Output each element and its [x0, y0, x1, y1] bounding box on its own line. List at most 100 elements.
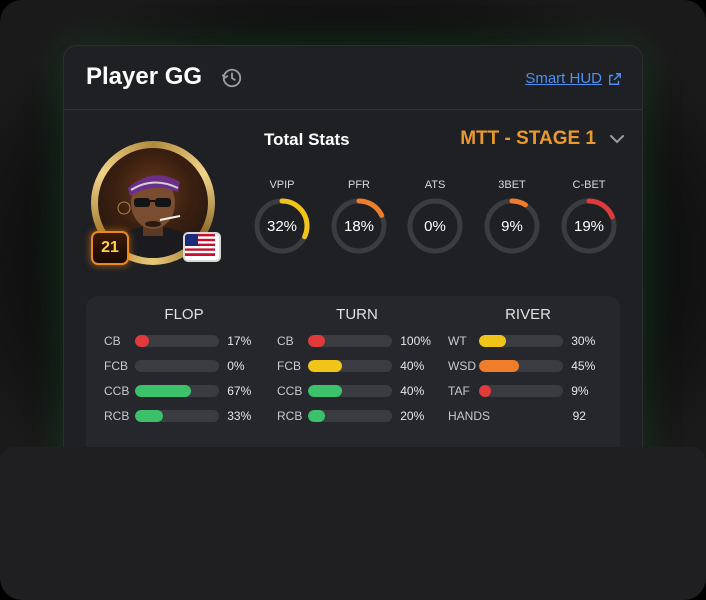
street-title: TURN: [336, 306, 378, 323]
street-column-river: RIVER WT 30% WSD 45% TAF 9% HANDS 92: [448, 296, 608, 428]
player-name: Player GG: [86, 63, 203, 90]
stat-value: 40%: [400, 383, 425, 398]
chevron-down-icon: [610, 135, 624, 144]
stat-row-rcb: RCB 33%: [104, 403, 264, 428]
stat-value: 33%: [227, 408, 252, 423]
stat-bar-track: [307, 359, 393, 372]
stat-label: FCB: [277, 358, 301, 373]
smart-hud-link[interactable]: Smart HUD: [525, 70, 622, 87]
app-frame: Player GG Smart HUD 21 Total Stats MTT -…: [0, 0, 706, 600]
stat-row-ccb: CCB 67%: [104, 378, 264, 403]
gauge-ats: ATS 0%: [404, 178, 466, 256]
street-column-flop: FLOP CB 17% FCB 0% CCB 67% RCB 33%: [104, 296, 264, 428]
player-card: Player GG Smart HUD 21 Total Stats MTT -…: [63, 45, 643, 477]
stat-row-wsd: WSD 45%: [448, 353, 608, 378]
stage-label: MTT - STAGE 1: [460, 128, 596, 149]
stat-value: 45%: [571, 358, 596, 373]
gauge-3bet: 3BET 9%: [481, 178, 543, 256]
stat-bar-fill: [134, 384, 192, 397]
hands-value: 92: [572, 408, 586, 423]
street-column-turn: TURN CB 100% FCB 40% CCB 40% RCB 20%: [277, 296, 437, 428]
stat-bar-track: [307, 384, 393, 397]
gauge-cbet: C-BET 19%: [558, 178, 620, 256]
stat-label: WT: [448, 333, 467, 348]
stat-label: WSD: [448, 358, 476, 373]
stat-row-rcb: RCB 20%: [277, 403, 437, 428]
stat-row-fcb: FCB 0%: [104, 353, 264, 378]
gauge-label: PFR: [348, 179, 370, 191]
stat-label: CB: [277, 333, 294, 348]
stat-label: FCB: [104, 358, 128, 373]
stat-row-cb: CB 100%: [277, 328, 437, 353]
street-title: FLOP: [164, 306, 204, 323]
history-icon[interactable]: [221, 67, 243, 89]
stat-value: 67%: [227, 383, 252, 398]
stat-value: 40%: [400, 358, 425, 373]
stat-row-wt: WT 30%: [448, 328, 608, 353]
stat-row-ccb: CCB 40%: [277, 378, 437, 403]
stat-value: 0%: [227, 358, 245, 373]
stat-bar-fill: [134, 409, 163, 422]
gauge-vpip: VPIP 32%: [251, 178, 313, 256]
gauge-ring: 32%: [254, 198, 310, 254]
gauge-ring: 18%: [331, 198, 387, 254]
us-flag-icon: [183, 232, 221, 262]
gauge-ring: 19%: [561, 198, 617, 254]
stat-bar-fill: [478, 384, 491, 397]
stat-bar-fill: [307, 409, 325, 422]
street-title: RIVER: [505, 306, 551, 323]
stat-label: RCB: [104, 408, 130, 423]
stat-bar-fill: [478, 359, 519, 372]
stat-bar-track: [134, 409, 220, 422]
stat-bar-fill: [134, 334, 150, 347]
player-avatar[interactable]: 21: [91, 141, 221, 271]
smart-hud-label: Smart HUD: [525, 70, 602, 87]
gauge-label: C-BET: [572, 179, 606, 191]
stat-row-fcb: FCB 40%: [277, 353, 437, 378]
gauge-label: ATS: [424, 179, 446, 191]
gauge-pfr: PFR 18%: [328, 178, 390, 256]
stat-bar-track: [307, 334, 393, 347]
stat-value: 20%: [400, 408, 425, 423]
stat-bar-fill: [307, 334, 325, 347]
gauge-value: 18%: [344, 218, 374, 235]
total-stats-label: Total Stats: [264, 130, 350, 149]
stat-value: 9%: [571, 383, 589, 398]
external-link-icon: [609, 72, 621, 85]
stage-selector[interactable]: MTT - STAGE 1: [460, 128, 624, 150]
stat-bar-track: [307, 409, 393, 422]
stat-bar-fill: [307, 384, 342, 397]
stat-value: 30%: [571, 333, 596, 348]
stat-bar-track: [478, 334, 564, 347]
stat-bar-fill: [307, 359, 342, 372]
stat-label: CCB: [277, 383, 303, 398]
bottom-overlay: [0, 447, 706, 600]
stat-row-taf: TAF 9%: [448, 378, 608, 403]
stat-bar-track: [478, 384, 564, 397]
gauge-label: VPIP: [269, 179, 295, 191]
stat-value: 17%: [227, 333, 252, 348]
stat-bar-track: [134, 334, 220, 347]
stat-bar-track: [134, 359, 220, 372]
stat-label: CB: [104, 333, 121, 348]
stat-row-hands: HANDS 92: [448, 403, 608, 428]
card-header: Player GG Smart HUD: [64, 46, 642, 110]
gauge-ring: 9%: [484, 198, 540, 254]
hands-label: HANDS: [448, 408, 491, 423]
gauge-value: 0%: [424, 218, 446, 235]
stat-value: 100%: [400, 333, 431, 348]
level-badge: 21: [91, 231, 129, 265]
gauge-row: VPIP 32% PFR 18% ATS 0% 3BET 9% C-BET 19%: [251, 178, 621, 268]
stat-row-cb: CB 17%: [104, 328, 264, 353]
stat-bar-track: [478, 359, 564, 372]
stat-label: RCB: [277, 408, 303, 423]
gauge-ring: 0%: [407, 198, 463, 254]
stat-label: CCB: [104, 383, 130, 398]
street-stats-panel: FLOP CB 17% FCB 0% CCB 67% RCB 33% TURN CB 100% FCB 4…: [86, 296, 620, 466]
gauge-value: 32%: [267, 218, 297, 235]
gauge-value: 19%: [574, 218, 604, 235]
gauge-label: 3BET: [498, 179, 526, 191]
stat-label: TAF: [448, 383, 470, 398]
stat-bar-fill: [478, 334, 506, 347]
stat-bar-track: [134, 384, 220, 397]
